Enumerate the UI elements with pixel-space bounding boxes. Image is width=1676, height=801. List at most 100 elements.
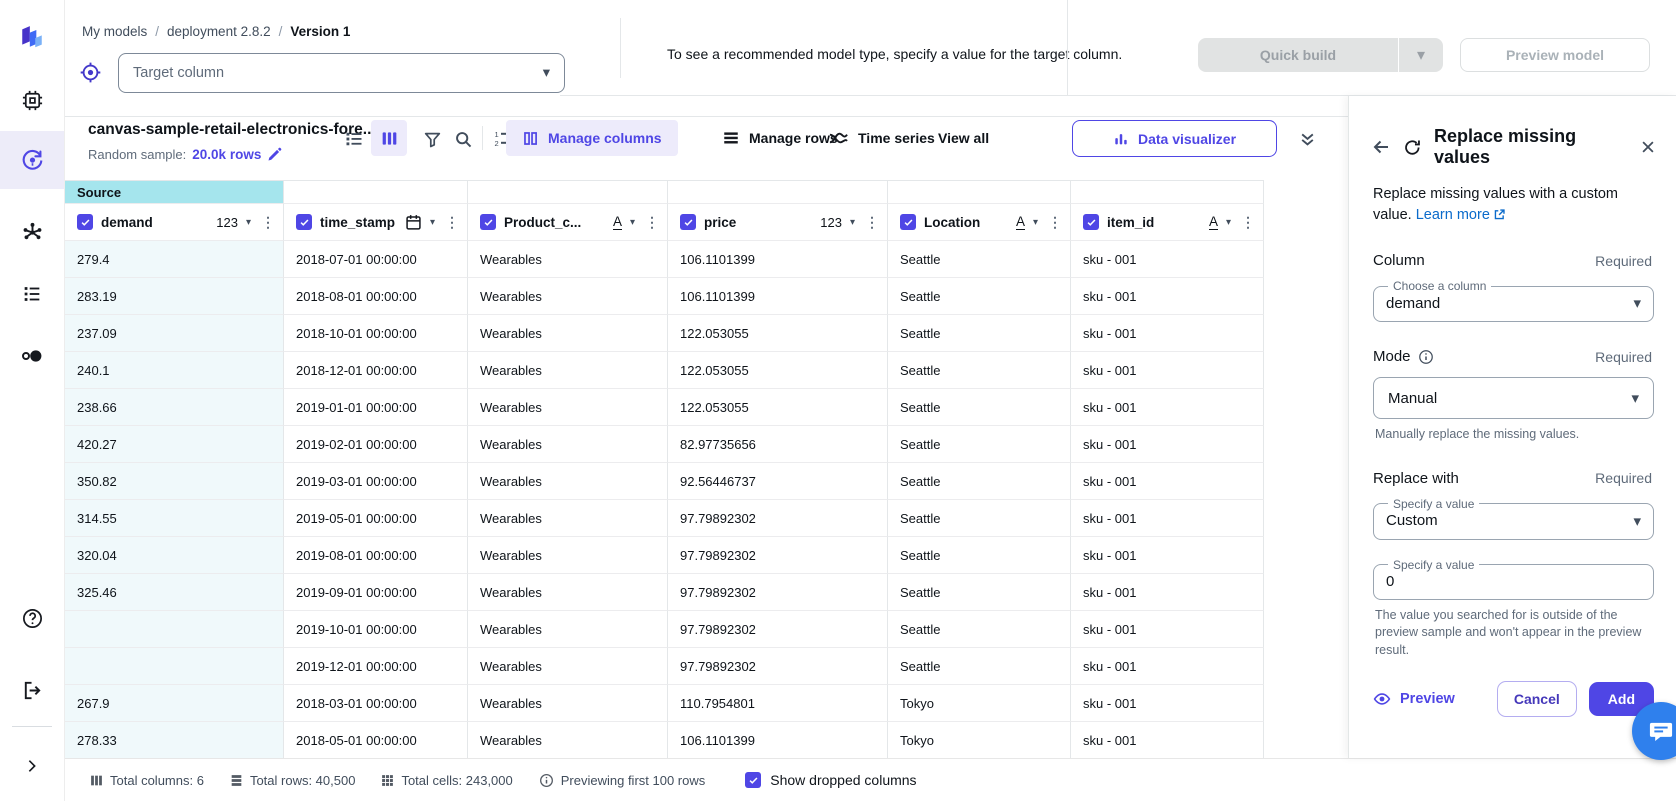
column-select[interactable]: Choose a column demand ▾ (1373, 279, 1654, 322)
table-cell[interactable]: 2019-10-01 00:00:00 (284, 611, 468, 648)
custom-value-input[interactable] (1386, 573, 1641, 590)
table-cell[interactable]: Wearables (468, 241, 668, 278)
breadcrumb-my-models[interactable]: My models (82, 24, 147, 39)
table-cell[interactable]: 238.66 (65, 389, 284, 426)
table-cell[interactable]: 2018-12-01 00:00:00 (284, 352, 468, 389)
table-cell[interactable]: 97.79892302 (668, 537, 888, 574)
mode-info-icon[interactable] (1418, 349, 1434, 365)
table-cell[interactable]: Wearables (468, 463, 668, 500)
quick-build-button[interactable]: Quick build (1198, 38, 1398, 72)
table-cell[interactable]: sku - 001 (1071, 315, 1264, 352)
table-cell[interactable]: Tokyo (888, 722, 1071, 759)
column-header-Product_c[interactable]: Product_c...A▾⋮ (468, 204, 668, 241)
preview-button[interactable]: Preview (1373, 690, 1455, 708)
column-checkbox[interactable] (680, 214, 696, 230)
table-cell[interactable]: 2018-05-01 00:00:00 (284, 722, 468, 759)
table-cell[interactable]: Seattle (888, 352, 1071, 389)
collapse-toolbar-button[interactable] (1296, 128, 1318, 150)
table-cell[interactable]: 2019-08-01 00:00:00 (284, 537, 468, 574)
chevron-down-icon[interactable]: ▾ (630, 217, 635, 228)
table-cell[interactable]: Wearables (468, 722, 668, 759)
table-cell[interactable]: 122.053055 (668, 352, 888, 389)
sidebar-item-automations[interactable] (0, 210, 64, 254)
table-cell[interactable]: sku - 001 (1071, 611, 1264, 648)
table-cell[interactable]: Seattle (888, 611, 1071, 648)
sidebar-item-datasets[interactable] (0, 334, 64, 378)
table-cell[interactable]: 92.56446737 (668, 463, 888, 500)
sidebar-item-list[interactable] (0, 272, 64, 316)
table-cell[interactable]: sku - 001 (1071, 685, 1264, 722)
chevron-down-icon[interactable]: ▾ (430, 217, 435, 228)
sidebar-item-compute[interactable] (0, 78, 64, 122)
column-view-button[interactable] (371, 120, 407, 156)
table-cell[interactable]: 283.19 (65, 278, 284, 315)
table-cell[interactable]: 106.1101399 (668, 278, 888, 315)
table-cell[interactable]: Wearables (468, 352, 668, 389)
table-cell[interactable]: 279.4 (65, 241, 284, 278)
table-cell[interactable]: 2019-05-01 00:00:00 (284, 500, 468, 537)
table-cell[interactable]: 97.79892302 (668, 611, 888, 648)
cancel-button[interactable]: Cancel (1497, 681, 1577, 717)
table-cell[interactable]: 82.97735656 (668, 426, 888, 463)
table-cell[interactable]: sku - 001 (1071, 537, 1264, 574)
column-menu-icon[interactable]: ⋮ (443, 214, 459, 231)
table-cell[interactable]: 106.1101399 (668, 722, 888, 759)
table-cell[interactable]: sku - 001 (1071, 278, 1264, 315)
table-cell[interactable]: Wearables (468, 389, 668, 426)
table-cell[interactable]: Seattle (888, 241, 1071, 278)
table-cell[interactable] (65, 611, 284, 648)
search-button[interactable] (452, 128, 474, 150)
table-cell[interactable]: 237.09 (65, 315, 284, 352)
mode-select[interactable]: Manual ▾ (1373, 377, 1654, 419)
table-cell[interactable]: sku - 001 (1071, 722, 1264, 759)
sidebar-expand[interactable] (0, 744, 64, 788)
quick-build-caret-button[interactable]: ▾ (1398, 38, 1443, 72)
table-cell[interactable]: sku - 001 (1071, 463, 1264, 500)
table-cell[interactable]: 240.1 (65, 352, 284, 389)
sample-rows-link[interactable]: 20.0k rows (192, 147, 261, 162)
table-cell[interactable]: Wearables (468, 500, 668, 537)
table-cell[interactable]: sku - 001 (1071, 241, 1264, 278)
show-dropped-checkbox[interactable] (745, 772, 761, 788)
chevron-down-icon[interactable]: ▾ (1226, 217, 1231, 228)
table-cell[interactable]: sku - 001 (1071, 574, 1264, 611)
column-menu-icon[interactable]: ⋮ (1046, 214, 1062, 231)
table-cell[interactable]: 2019-09-01 00:00:00 (284, 574, 468, 611)
data-visualizer-button[interactable]: Data visualizer (1072, 120, 1277, 157)
table-cell[interactable]: Wearables (468, 315, 668, 352)
table-cell[interactable]: 2018-08-01 00:00:00 (284, 278, 468, 315)
table-cell[interactable]: sku - 001 (1071, 500, 1264, 537)
table-cell[interactable]: Seattle (888, 389, 1071, 426)
filter-button[interactable] (421, 128, 443, 150)
table-cell[interactable]: sku - 001 (1071, 389, 1264, 426)
column-header-price[interactable]: price123▾⋮ (668, 204, 888, 241)
table-cell[interactable]: Seattle (888, 463, 1071, 500)
column-checkbox[interactable] (900, 214, 916, 230)
manage-rows-button[interactable]: Manage rows (722, 120, 838, 156)
column-menu-icon[interactable]: ⋮ (863, 214, 879, 231)
time-series-button[interactable]: Time series (828, 120, 935, 156)
chevron-down-icon[interactable]: ▾ (246, 217, 251, 228)
table-cell[interactable]: Seattle (888, 537, 1071, 574)
table-cell[interactable]: 122.053055 (668, 315, 888, 352)
column-header-item_id[interactable]: item_idA▾⋮ (1071, 204, 1264, 241)
sidebar-item-help[interactable] (0, 596, 64, 640)
table-cell[interactable]: 2018-07-01 00:00:00 (284, 241, 468, 278)
list-view-button[interactable] (343, 128, 365, 150)
table-cell[interactable]: Wearables (468, 537, 668, 574)
close-icon[interactable] (1640, 139, 1656, 155)
table-cell[interactable]: 122.053055 (668, 389, 888, 426)
table-cell[interactable]: Wearables (468, 611, 668, 648)
column-checkbox[interactable] (480, 214, 496, 230)
table-cell[interactable]: 420.27 (65, 426, 284, 463)
table-cell[interactable]: Wearables (468, 574, 668, 611)
table-cell[interactable]: 97.79892302 (668, 574, 888, 611)
table-cell[interactable]: Seattle (888, 315, 1071, 352)
table-cell[interactable]: 97.79892302 (668, 648, 888, 685)
back-arrow-icon[interactable] (1371, 137, 1391, 157)
table-cell[interactable]: 267.9 (65, 685, 284, 722)
table-cell[interactable]: Seattle (888, 426, 1071, 463)
sidebar-item-models[interactable] (0, 131, 64, 189)
chevron-down-icon[interactable]: ▾ (1033, 217, 1038, 228)
column-checkbox[interactable] (77, 214, 93, 230)
